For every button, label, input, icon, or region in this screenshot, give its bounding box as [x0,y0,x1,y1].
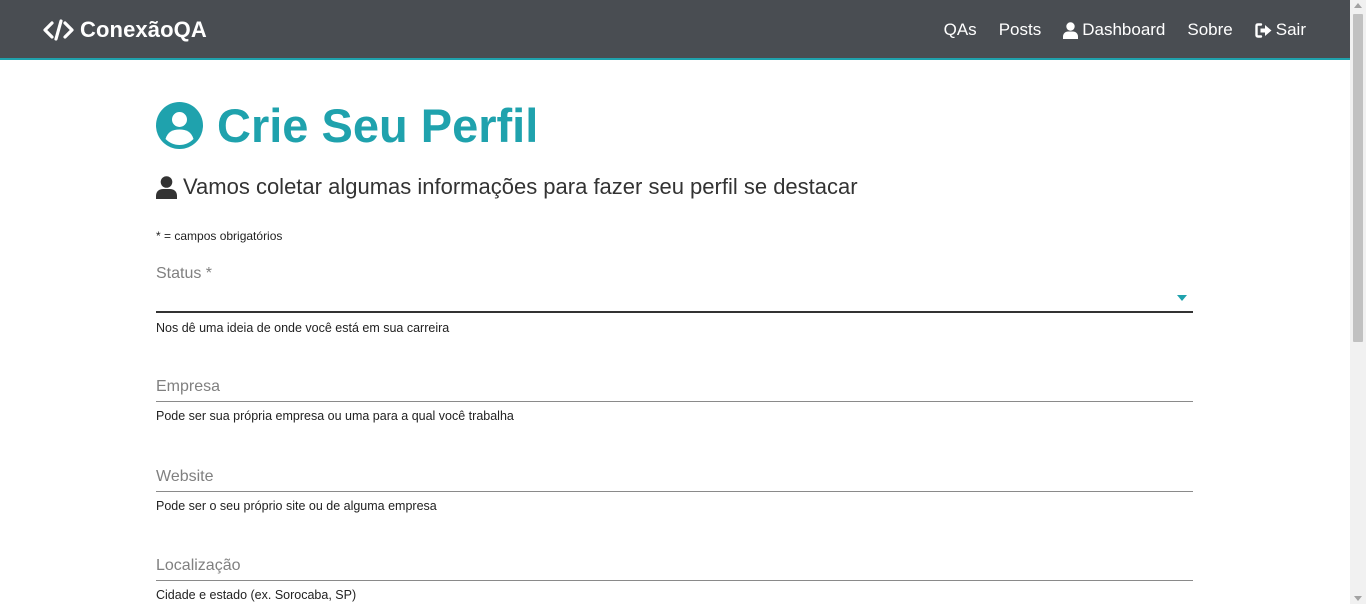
code-icon [43,19,74,41]
status-label: Status * [156,265,213,282]
required-fields-note: * = campos obrigatórios [156,229,283,243]
scroll-down-arrow-icon[interactable] [1354,596,1362,601]
empresa-help: Pode ser sua própria empresa ou uma para… [156,409,514,423]
status-underline [156,311,1193,313]
website-label: Website [156,468,214,485]
brand-link[interactable]: ConexãoQA [43,15,207,45]
empresa-label: Empresa [156,378,221,395]
nav-link-label: Posts [998,20,1042,39]
sign-out-icon [1255,22,1272,38]
page-scrollbar[interactable] [1350,0,1366,604]
page-title: Crie Seu Perfil [156,98,538,153]
scroll-up-arrow-icon[interactable] [1354,3,1362,8]
nav-link-label: QAs [943,20,977,39]
nav-link-qas[interactable]: QAs [944,20,977,40]
nav-link-label: Sair [1275,20,1306,39]
lead-text: Vamos coletar algumas informações para f… [156,174,858,200]
user-icon [1063,21,1079,39]
caret-down-icon[interactable] [1177,295,1187,301]
nav-link-posts[interactable]: Posts [999,20,1042,40]
top-navbar: ConexãoQA QAs Posts Dashboard Sobre Sair [0,0,1350,60]
nav-links: QAs Posts Dashboard Sobre Sair [922,18,1306,42]
website-field[interactable]: Website Pode ser o seu próprio site ou d… [156,466,1193,526]
scroll-thumb[interactable] [1353,14,1363,342]
status-help: Nos dê uma ideia de onde você está em su… [156,321,450,335]
website-help: Pode ser o seu próprio site ou de alguma… [156,499,437,513]
user-icon [156,175,177,199]
website-underline [156,491,1193,492]
page-title-text: Crie Seu Perfil [217,99,539,152]
localizacao-label: Localização [156,557,241,574]
nav-link-sobre[interactable]: Sobre [1187,20,1232,40]
empresa-underline [156,401,1193,402]
user-circle-icon [156,102,203,149]
nav-link-label: Dashboard [1082,20,1166,39]
localizacao-help: Cidade e estado (ex. Sorocaba, SP) [156,588,357,602]
nav-link-sair[interactable]: Sair [1255,20,1306,40]
lead-text-label: Vamos coletar algumas informações para f… [183,174,858,199]
nav-link-dashboard[interactable]: Dashboard [1063,20,1165,40]
status-select[interactable]: Status * Nos dê uma ideia de onde você e… [156,263,1193,343]
brand-name: ConexãoQA [80,17,207,42]
nav-link-label: Sobre [1187,20,1233,39]
localizacao-field[interactable]: Localização Cidade e estado (ex. Sorocab… [156,555,1193,605]
localizacao-underline [156,580,1193,581]
empresa-field[interactable]: Empresa Pode ser sua própria empresa ou … [156,376,1193,436]
